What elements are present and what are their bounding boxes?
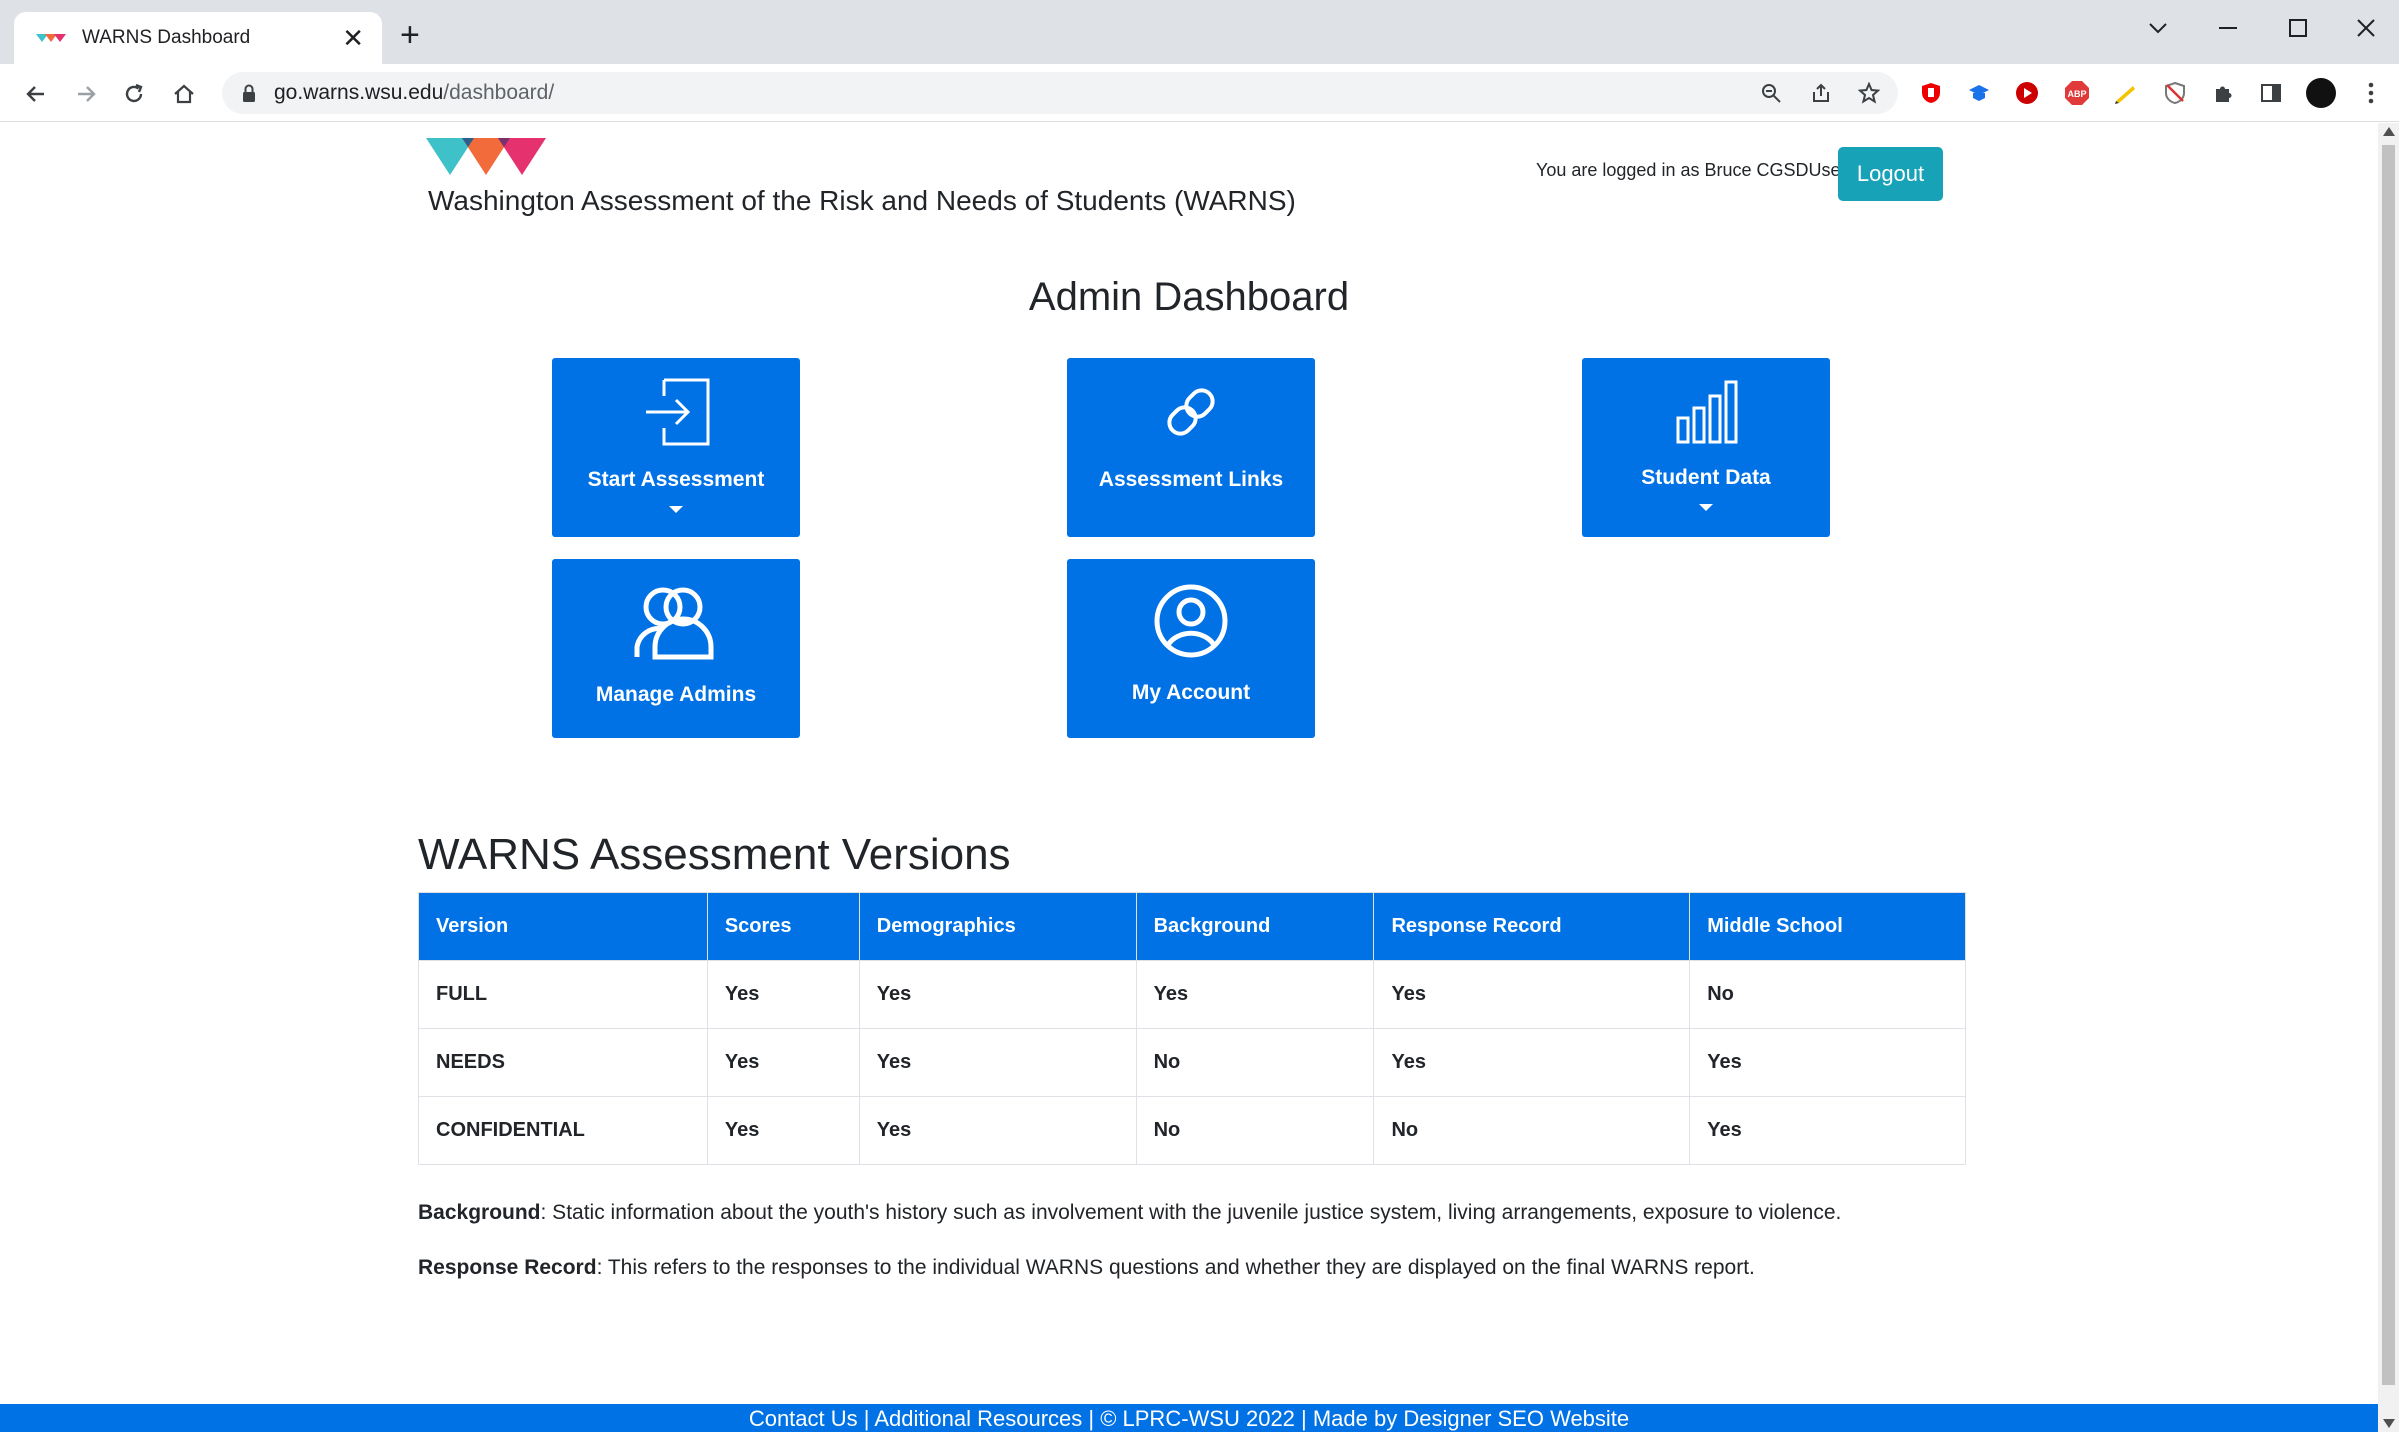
- privacy-extension-icon[interactable]: [2160, 78, 2190, 108]
- tab-close-icon[interactable]: ✕: [342, 25, 364, 51]
- lock-icon[interactable]: [238, 82, 260, 104]
- table-cell: Yes: [1689, 1096, 1966, 1165]
- pen-extension-icon[interactable]: [2110, 78, 2140, 108]
- table-cell: Yes: [858, 960, 1137, 1029]
- home-icon[interactable]: [166, 76, 202, 112]
- url-path: /dashboard/: [443, 81, 555, 104]
- browser-tab[interactable]: WARNS Dashboard ✕: [14, 12, 382, 64]
- svg-text:ABP: ABP: [2067, 89, 2086, 99]
- table-row: FULL Yes Yes Yes Yes No: [418, 960, 1966, 1029]
- video-play-extension-icon[interactable]: [2012, 78, 2042, 108]
- manage-admins-label: Manage Admins: [595, 683, 757, 706]
- table-cell: NEEDS: [418, 1028, 708, 1097]
- versions-title: WARNS Assessment Versions: [418, 830, 1011, 879]
- ublock-extension-icon[interactable]: [1916, 78, 1946, 108]
- background-term: Background: [418, 1201, 541, 1224]
- browser-menu-icon[interactable]: [2356, 78, 2386, 108]
- page-content: Washington Assessment of the Risk and Ne…: [0, 123, 2378, 1432]
- logout-button[interactable]: Logout: [1838, 147, 1943, 201]
- scrollbar-thumb[interactable]: [2382, 145, 2395, 1385]
- response-record-text: : This refers to the responses to the in…: [596, 1256, 1755, 1279]
- table-cell: FULL: [418, 960, 708, 1029]
- page-scrollbar[interactable]: [2378, 123, 2399, 1432]
- student-data-label: Student Data: [1641, 466, 1771, 489]
- people-icon: [634, 587, 714, 660]
- table-cell: Yes: [1373, 960, 1691, 1029]
- table-cell: Yes: [1373, 1028, 1691, 1097]
- my-account-label: My Account: [1131, 681, 1251, 704]
- background-note: Background: Static information about the…: [418, 1201, 1841, 1225]
- tab-title: WARNS Dashboard: [82, 27, 251, 48]
- link-icon: [1167, 388, 1215, 436]
- table-row: NEEDS Yes Yes No Yes Yes: [418, 1028, 1966, 1097]
- sign-in-icon: [646, 378, 710, 446]
- bookmark-star-icon[interactable]: [1854, 78, 1884, 108]
- warns-favicon-icon: [36, 34, 66, 42]
- side-panel-icon[interactable]: [2256, 78, 2286, 108]
- table-cell: Yes: [858, 1028, 1137, 1097]
- dropdown-caret-icon: [669, 506, 683, 513]
- zoom-icon[interactable]: [1756, 78, 1786, 108]
- minimize-icon[interactable]: [2208, 8, 2248, 48]
- assessment-links-label: Assessment Links: [1098, 468, 1284, 491]
- table-cell: No: [1135, 1028, 1375, 1097]
- column-header: Middle School: [1689, 892, 1966, 961]
- table-cell: Yes: [706, 960, 860, 1029]
- table-cell: No: [1689, 960, 1966, 1029]
- close-window-icon[interactable]: [2346, 8, 2386, 48]
- table-cell: No: [1135, 1096, 1375, 1165]
- start-assessment-tile[interactable]: Start Assessment: [552, 358, 800, 537]
- url-host: go.warns.wsu.edu: [274, 81, 444, 104]
- response-record-note: Response Record: This refers to the resp…: [418, 1256, 1755, 1280]
- table-cell: No: [1373, 1096, 1691, 1165]
- dropdown-caret-icon: [1699, 504, 1713, 511]
- scroll-up-arrow-icon[interactable]: [2383, 127, 2395, 136]
- manage-admins-tile[interactable]: Manage Admins: [552, 559, 800, 738]
- table-header-row: Version Scores Demographics Background R…: [418, 892, 1966, 961]
- response-record-term: Response Record: [418, 1256, 597, 1279]
- column-header: Response Record: [1373, 892, 1691, 961]
- column-header: Version: [418, 892, 708, 961]
- start-assessment-label: Start Assessment: [587, 468, 765, 491]
- page-title: Admin Dashboard: [1028, 275, 1350, 319]
- column-header: Scores: [706, 892, 860, 961]
- table-cell: Yes: [706, 1028, 860, 1097]
- versions-table: Version Scores Demographics Background R…: [418, 892, 1966, 1165]
- table-cell: Yes: [1135, 960, 1375, 1029]
- table-cell: CONFIDENTIAL: [418, 1096, 708, 1165]
- address-bar[interactable]: go.warns.wsu.edu/dashboard/: [222, 72, 1898, 114]
- table-cell: Yes: [858, 1096, 1137, 1165]
- assessment-links-tile[interactable]: Assessment Links: [1067, 358, 1315, 537]
- table-cell: Yes: [706, 1096, 860, 1165]
- table-cell: Yes: [1689, 1028, 1966, 1097]
- background-text: : Static information about the youth's h…: [540, 1201, 1842, 1224]
- reload-icon[interactable]: [116, 76, 152, 112]
- column-header: Demographics: [858, 892, 1137, 961]
- scroll-down-arrow-icon[interactable]: [2383, 1419, 2395, 1428]
- my-account-tile[interactable]: My Account: [1067, 559, 1315, 738]
- tab-search-chevron-icon[interactable]: [2138, 8, 2178, 48]
- student-data-tile[interactable]: Student Data: [1582, 358, 1830, 537]
- share-icon[interactable]: [1806, 78, 1836, 108]
- new-tab-button[interactable]: +: [400, 18, 420, 52]
- bar-chart-icon: [1676, 380, 1738, 444]
- table-row: CONFIDENTIAL Yes Yes No No Yes: [418, 1096, 1966, 1165]
- site-title: Washington Assessment of the Risk and Ne…: [428, 185, 1296, 216]
- maximize-icon[interactable]: [2278, 8, 2318, 48]
- adblock-plus-extension-icon[interactable]: ABP: [2062, 78, 2092, 108]
- extensions-puzzle-icon[interactable]: [2208, 78, 2238, 108]
- graduation-cap-extension-icon[interactable]: [1964, 78, 1994, 108]
- forward-icon[interactable]: [68, 76, 104, 112]
- footer[interactable]: Contact Us | Additional Resources | © LP…: [0, 1404, 2378, 1432]
- profile-avatar[interactable]: [2306, 78, 2336, 108]
- back-icon[interactable]: [18, 76, 54, 112]
- login-status: You are logged in as Bruce CGSDUser: [1536, 160, 1847, 180]
- column-header: Background: [1135, 892, 1375, 961]
- warns-logo: [426, 138, 546, 175]
- browser-titlebar: WARNS Dashboard ✕ +: [0, 0, 2399, 64]
- user-circle-icon: [1154, 584, 1228, 658]
